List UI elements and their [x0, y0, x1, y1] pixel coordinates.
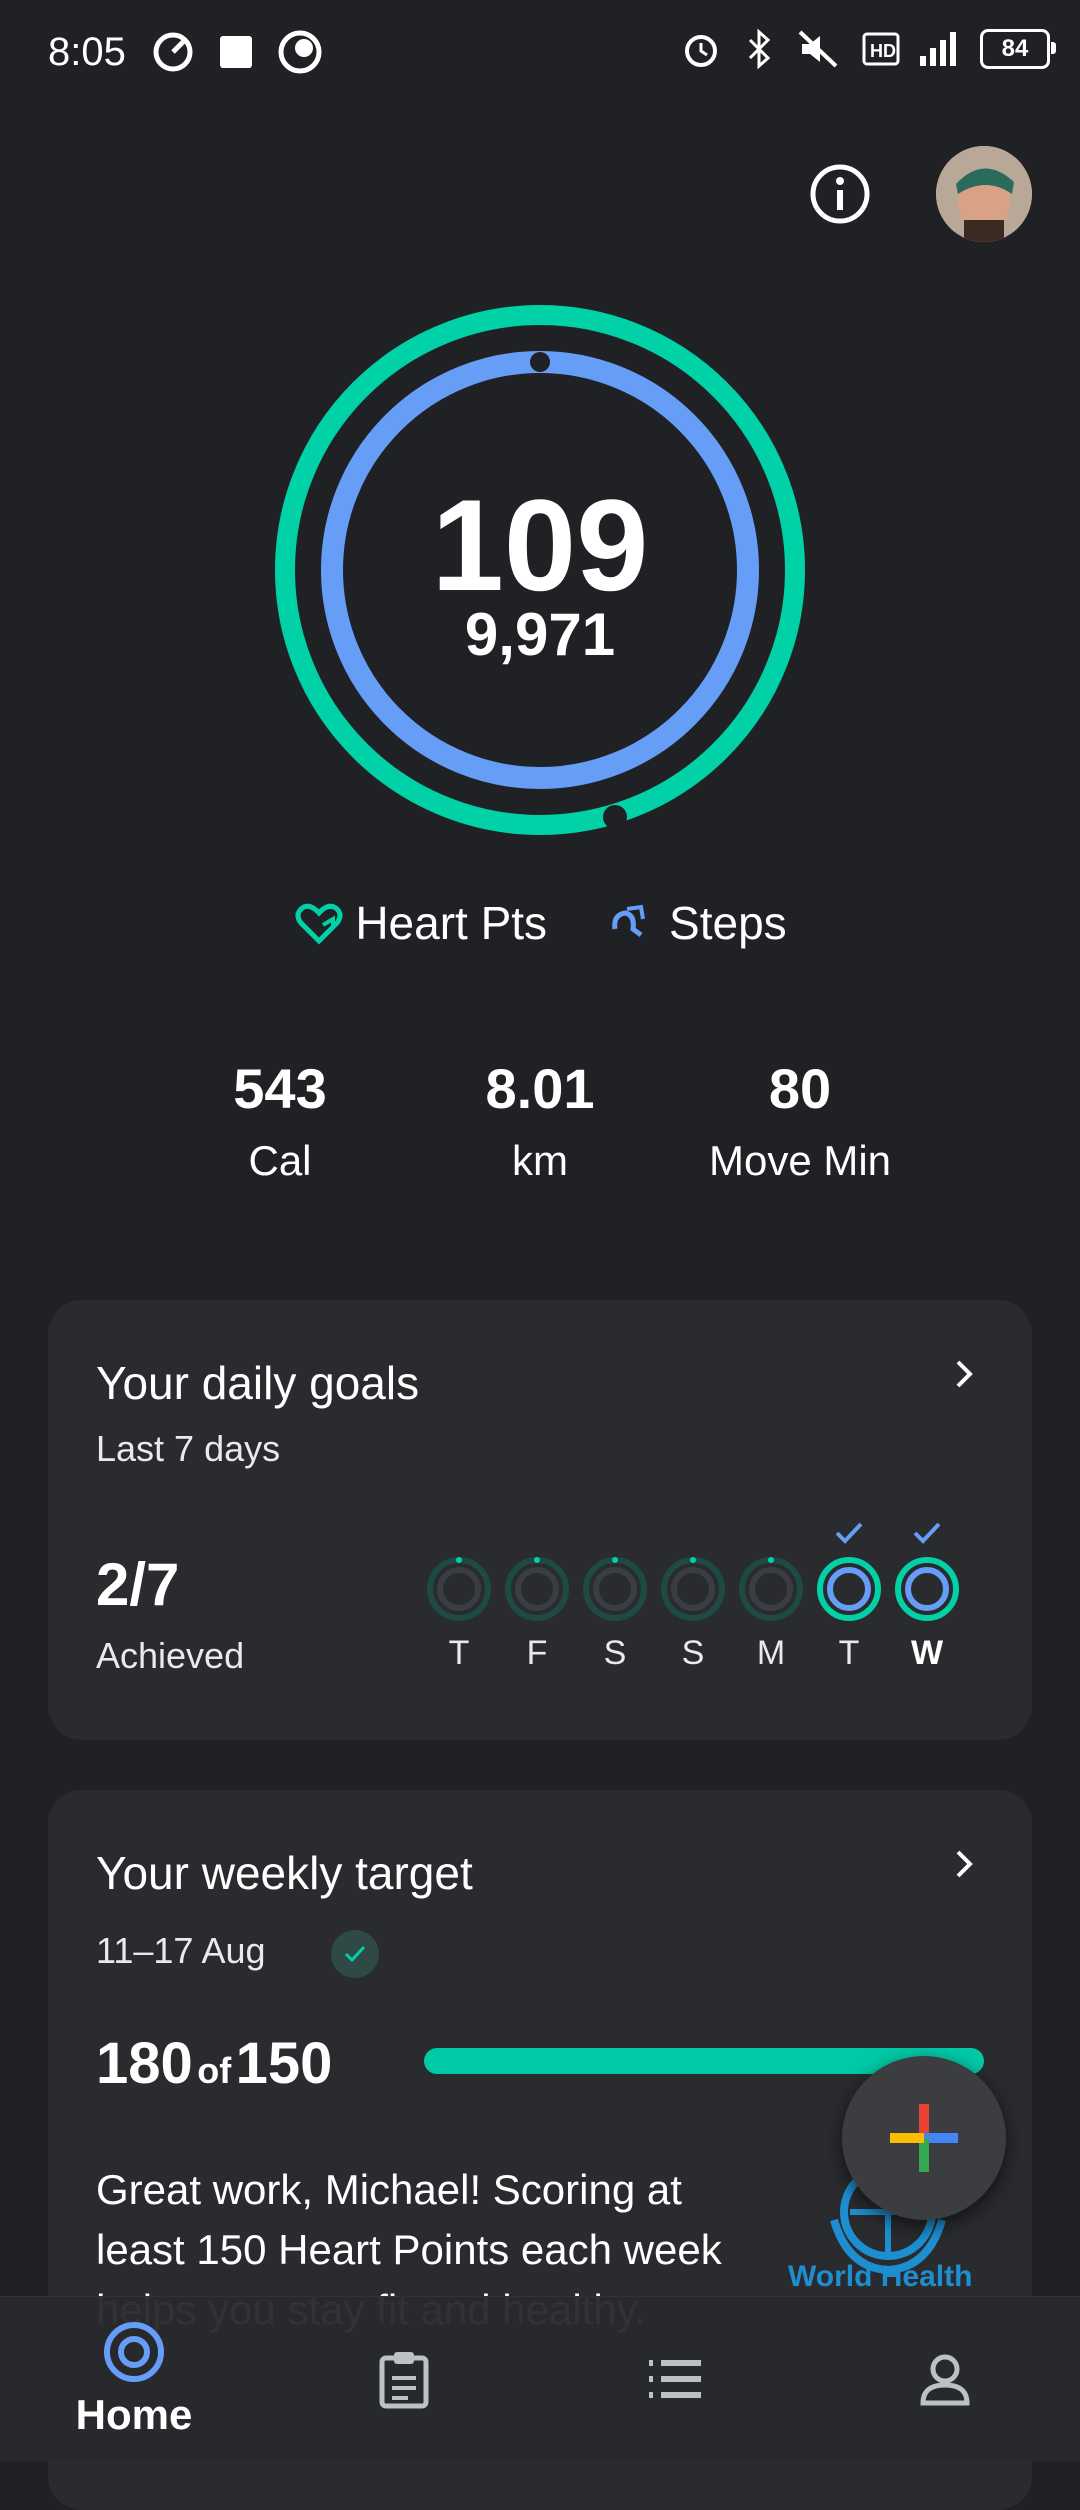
day-item: W: [894, 1516, 960, 1673]
day-item: F: [504, 1516, 570, 1673]
chevron-right-icon[interactable]: [946, 1356, 982, 1392]
profile-icon: [920, 2354, 970, 2406]
status-left-icons: [150, 28, 324, 76]
stat-calories: 543 Cal: [160, 1056, 400, 1185]
stat-label: Move Min: [708, 1137, 892, 1184]
day-item: M: [738, 1516, 804, 1673]
daily-goals-subtitle: Last 7 days: [96, 1428, 281, 1469]
stat-label: km: [512, 1137, 568, 1184]
legend-heart-label: Heart Pts: [355, 897, 548, 949]
goals-days: T F S S M T W: [426, 1516, 960, 1673]
weekly-target-dates: 11–17 Aug: [96, 1930, 266, 1971]
bottom-navigation: Home: [0, 2296, 1080, 2461]
square-icon: [220, 36, 252, 68]
plus-icon: [890, 2104, 958, 2172]
day-label: T: [838, 1634, 860, 1672]
weekly-score-of: of: [197, 2050, 232, 2091]
check-icon: [913, 1522, 941, 1544]
stat-move-min: 80 Move Min: [680, 1056, 920, 1185]
fit-app-icon: [278, 30, 322, 74]
stat-distance: 8.01 km: [420, 1056, 660, 1185]
stat-label: Cal: [248, 1137, 312, 1184]
day-ring-icon: [739, 1557, 803, 1621]
home-ring-icon: [104, 2322, 164, 2382]
day-label: S: [603, 1634, 627, 1672]
weekly-score-value: 180: [96, 2031, 193, 2096]
daily-goals-card[interactable]: Your daily goals Last 7 days 2/7 Achieve…: [48, 1300, 1032, 1740]
alarm-icon: [685, 35, 717, 67]
steps-value: 9,971: [464, 601, 616, 668]
day-ring-icon: [583, 1557, 647, 1621]
weekly-score-target: 150: [235, 2031, 333, 2096]
add-activity-button[interactable]: [842, 2056, 1006, 2220]
day-label: F: [526, 1634, 548, 1672]
legend-steps-label: Steps: [669, 897, 787, 949]
day-ring-icon: [895, 1557, 959, 1621]
legend-heart: Heart Pts: [293, 896, 547, 950]
day-ring-icon: [427, 1557, 491, 1621]
journal-icon: [379, 2352, 429, 2409]
browse-list-icon: [649, 2360, 701, 2398]
profile-avatar[interactable]: [936, 146, 1032, 242]
partner-name: World Health: [788, 2260, 973, 2293]
nav-journal[interactable]: [304, 2297, 504, 2461]
chevron-right-icon[interactable]: [946, 1846, 982, 1882]
nav-home[interactable]: Home: [34, 2297, 234, 2461]
day-label: S: [681, 1634, 705, 1672]
info-icon[interactable]: [806, 160, 874, 228]
legend-steps: Steps: [607, 896, 787, 950]
sync-icon: [153, 32, 193, 72]
stat-value: 80: [768, 1057, 832, 1120]
day-item: S: [660, 1516, 726, 1673]
heart-points-value: 109: [431, 472, 649, 618]
nav-profile[interactable]: [845, 2297, 1045, 2461]
day-label: M: [756, 1634, 786, 1672]
nav-browse[interactable]: [575, 2297, 775, 2461]
stat-value: 543: [233, 1057, 327, 1120]
day-label: T: [448, 1634, 470, 1672]
goals-achieved-label: Achieved: [96, 1635, 245, 1676]
day-item: T: [426, 1516, 492, 1673]
weekly-target-title: Your weekly target: [96, 1847, 473, 1899]
battery-indicator: 84: [980, 29, 1056, 69]
steps-icon: [612, 904, 646, 937]
weekly-score: 180 of 150: [96, 2030, 332, 2097]
nav-home-label: Home: [75, 2391, 193, 2438]
check-icon: [835, 1522, 863, 1544]
day-ring-icon: [817, 1557, 881, 1621]
heart-icon: [295, 903, 343, 945]
day-ring-icon: [505, 1557, 569, 1621]
day-label: W: [910, 1634, 944, 1672]
day-item: T: [816, 1516, 882, 1673]
mute-icon: [798, 30, 838, 68]
bluetooth-icon: [748, 28, 771, 70]
daily-goals-title: Your daily goals: [96, 1357, 420, 1409]
rings-legend: Heart Pts Steps: [0, 896, 1080, 950]
signal-icon: HD: [862, 32, 956, 66]
day-ring-icon: [661, 1557, 725, 1621]
goals-achieved-count: 2/7: [96, 1551, 180, 1618]
battery-level: 84: [1001, 35, 1029, 62]
svg-text:HD: HD: [870, 41, 896, 61]
target-met-badge: [331, 1930, 379, 1978]
check-icon: [344, 1945, 366, 1963]
day-item: S: [582, 1516, 648, 1673]
status-time: 8:05: [48, 30, 126, 74]
stats-row: 543 Cal 8.01 km 80 Move Min: [160, 1056, 920, 1185]
status-right-icons: HD 84: [680, 28, 1056, 70]
stat-value: 8.01: [485, 1057, 595, 1120]
